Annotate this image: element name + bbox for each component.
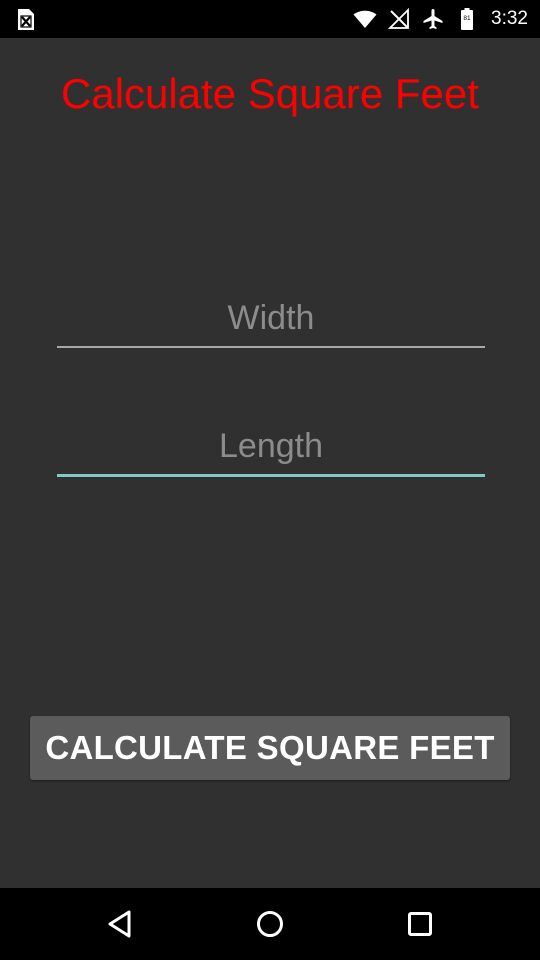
no-signal-icon bbox=[387, 7, 409, 29]
status-time: 3:32 bbox=[491, 8, 528, 29]
airplane-mode-icon bbox=[423, 9, 443, 29]
width-input[interactable] bbox=[57, 294, 485, 348]
navigation-bar bbox=[0, 888, 540, 960]
wifi-icon bbox=[353, 10, 377, 28]
recents-icon[interactable] bbox=[402, 906, 438, 942]
app-content: Calculate Square Feet CALCULATE SQUARE F… bbox=[0, 38, 540, 888]
sim-card-icon bbox=[18, 9, 34, 30]
status-icons: 81 3:32 bbox=[353, 0, 528, 38]
calculate-square-feet-button[interactable]: CALCULATE SQUARE FEET bbox=[30, 716, 510, 780]
page-title: Calculate Square Feet bbox=[61, 70, 479, 117]
home-icon[interactable] bbox=[252, 906, 288, 942]
length-input[interactable] bbox=[57, 422, 485, 477]
battery-icon: 81 bbox=[461, 8, 474, 30]
back-icon[interactable] bbox=[102, 906, 138, 942]
battery-level-text: 81 bbox=[463, 15, 471, 22]
status-bar: 81 3:32 bbox=[0, 0, 540, 38]
